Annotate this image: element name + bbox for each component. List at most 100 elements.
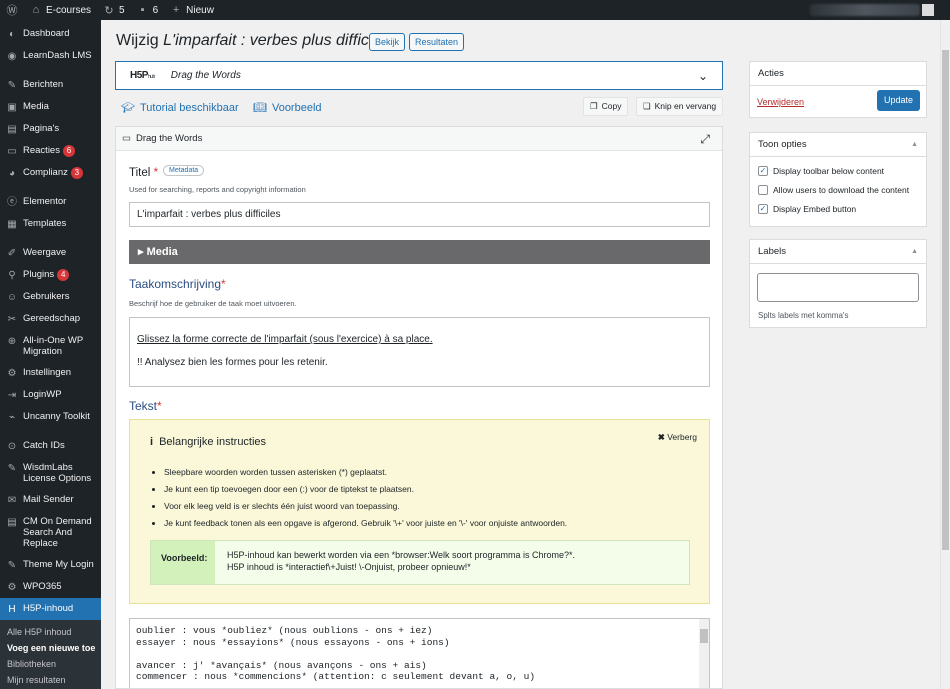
delete-link[interactable]: Verwijderen [757, 97, 804, 107]
content-type-selector[interactable]: H5Phub Drag the Words ⌄ [115, 61, 723, 90]
paste-replace-button[interactable]: ❏ Knip en vervang [636, 97, 724, 116]
sidebar-item-complianz[interactable]: ◕ Complianz 3 [0, 162, 101, 184]
title-input[interactable]: L'imparfait : verbes plus difficiles [129, 202, 710, 227]
appearance-icon: ✐ [7, 247, 17, 259]
labels-textarea[interactable] [757, 273, 919, 302]
task-description-help: Beschrijf hoe de gebruiker de taak moet … [129, 299, 297, 308]
graduation-cap-icon: 🎓︎ [121, 102, 135, 114]
sidebar-item-theme-my-login[interactable]: ✎ Theme My Login [0, 554, 101, 576]
checkbox[interactable]: ✓ [758, 203, 768, 214]
sidebar-item-instellingen[interactable]: ⚙ Instellingen [0, 362, 101, 384]
hide-instructions-button[interactable]: ✖ Verberg [658, 432, 697, 443]
copy-button[interactable]: ❐ Copy [583, 97, 629, 116]
window-scroll-thumb[interactable] [942, 50, 949, 550]
comments-link[interactable]: ▪ 6 [131, 0, 165, 20]
sidebar-item-weergave[interactable]: ✐ Weergave [0, 242, 101, 264]
submenu-item[interactable]: Alle H5P inhoud [0, 624, 101, 640]
important-instructions-box: iBelangrijke instructies ✖ Verberg Sleep… [129, 419, 710, 604]
sidebar-item-reacties[interactable]: ▭ Reacties 6 [0, 140, 101, 162]
avatar[interactable] [922, 4, 934, 16]
view-button[interactable]: Bekijk [369, 33, 406, 51]
sidebar-item-berichten[interactable]: ✎ Berichten [0, 74, 101, 96]
required-marker: * [153, 165, 159, 179]
sidebar-item-mail-sender[interactable]: ✉ Mail Sender [0, 489, 101, 511]
results-button[interactable]: Resultaten [409, 33, 465, 51]
tools-icon: ✂ [7, 313, 17, 325]
labels-box: Labels ▲ Splts labels met komma's [749, 239, 927, 328]
actions-box: Acties Verwijderen Update [749, 61, 927, 118]
sidebar-item-learndash-lms[interactable]: ◉ LearnDash LMS [0, 45, 101, 67]
sidebar-item-plugins[interactable]: ⚲ Plugins 4 [0, 264, 101, 286]
learndash-icon: ◉ [7, 50, 17, 62]
checkbox[interactable] [758, 184, 768, 195]
sidebar-item-cm-on-demand-search-and-replace[interactable]: ▤ CM On Demand Search And Replace [0, 511, 101, 554]
textarea-scroll-thumb[interactable] [700, 629, 708, 643]
submenu-item[interactable]: Voeg een nieuwe toe [0, 640, 101, 656]
required-marker: * [221, 277, 226, 291]
textarea-scrollbar[interactable] [699, 619, 709, 688]
fullscreen-icon[interactable]: ⤢ [700, 132, 710, 147]
sidebar-item-media[interactable]: ▣ Media [0, 96, 101, 118]
catch-ids-icon: ⊙ [7, 440, 17, 452]
mail-icon: ✉ [7, 494, 17, 506]
chevron-down-icon[interactable]: ⌄ [698, 69, 708, 83]
info-icon: i [150, 436, 154, 448]
tutorial-link[interactable]: 🎓︎ Tutorial beschikbaar [121, 101, 239, 115]
account-name-redacted[interactable] [810, 4, 920, 16]
loginwp-icon: ⇥ [7, 389, 17, 401]
sidebar-item-gebruikers[interactable]: ☺ Gebruikers [0, 286, 101, 308]
media-icon: ▣ [7, 101, 17, 113]
paste-icon: ❏ [643, 101, 651, 111]
updates-link[interactable]: ↻ 5 [97, 0, 131, 20]
h5p-submenu: Alle H5P inhoud Voeg een nieuwe toe Biblio… [0, 620, 101, 689]
checkbox[interactable]: ✓ [758, 165, 768, 176]
media-section-toggle[interactable]: ▸ Media [129, 240, 710, 264]
notification-badge: 3 [70, 167, 83, 179]
sidebar-item-elementor[interactable]: ⓔ Elementor [0, 191, 101, 213]
sidebar-item-wisdmlabs-license-options[interactable]: ✎ WisdmLabs License Options [0, 457, 101, 489]
list-item: Sleepbare woorden worden tussen asterisk… [164, 464, 567, 481]
migration-icon: ⊕ [7, 335, 17, 347]
wordpress-logo[interactable]: Ⓦ [0, 0, 24, 20]
update-button[interactable]: Update [877, 90, 920, 111]
site-name-link[interactable]: ⌂ E-courses [24, 0, 97, 20]
labels-header[interactable]: Labels ▲ [750, 240, 926, 264]
task-description-editor[interactable]: Glissez la forme correcte de l'imparfait… [129, 317, 710, 387]
sidebar-item-loginwp[interactable]: ⇥ LoginWP [0, 384, 101, 406]
sidebar-item-all-in-one-wp-migration[interactable]: ⊕ All-in-One WP Migration [0, 330, 101, 362]
new-content-link[interactable]: + Nieuw [164, 0, 220, 20]
admin-bar: Ⓦ ⌂ E-courses ↻ 5 ▪ 6 + Nieuw [0, 0, 950, 20]
display-options-header[interactable]: Toon opties ▲ [750, 133, 926, 157]
display-option-row[interactable]: ✓ Display Embed button [750, 199, 926, 218]
sidebar-item-uncanny-toolkit[interactable]: ⌁ Uncanny Toolkit [0, 406, 101, 428]
text-textarea[interactable]: oublier : vous *oubliez* (nous oublions … [129, 618, 710, 688]
editor-header: ▭ Drag the Words ⤢ [116, 127, 722, 151]
settings-icon: ⚙ [7, 367, 17, 379]
page-title: Wijzig L'imparfait : verbes plus diffici… [116, 32, 393, 49]
h5p-icon: H [8, 603, 16, 615]
metadata-button[interactable]: Metadata [163, 165, 205, 176]
submenu-item[interactable]: Bibliotheken [0, 656, 101, 672]
home-icon: ⌂ [32, 4, 40, 16]
title-help: Used for searching, reports and copyrigh… [129, 185, 306, 194]
search-replace-icon: ▤ [7, 516, 17, 528]
window-scrollbar[interactable] [940, 20, 950, 689]
collapse-arrow-icon[interactable]: ▲ [911, 133, 918, 157]
example-link[interactable]: 📖︎ Voorbeeld [253, 101, 322, 115]
sidebar-item-templates[interactable]: ▦ Templates [0, 213, 101, 235]
sidebar-item-gereedschap[interactable]: ✂ Gereedschap [0, 308, 101, 330]
list-item: Je kunt een tip toevoegen door een (:) v… [164, 481, 567, 498]
display-option-row[interactable]: ✓ Display toolbar below content [750, 161, 926, 180]
sidebar-item-pagina-s[interactable]: ▤ Pagina's [0, 118, 101, 140]
display-option-row[interactable]: Allow users to download the content [750, 180, 926, 199]
task-description-label: Taakomschrijving* [129, 277, 226, 291]
sidebar-item-h5p-inhoud[interactable]: H H5P-inhoud [0, 598, 101, 620]
display-options-box: Toon opties ▲ ✓ Display toolbar below co… [749, 132, 927, 227]
sidebar-item-catch-ids[interactable]: ⊙ Catch IDs [0, 435, 101, 457]
collapse-arrow-icon[interactable]: ▲ [911, 240, 918, 264]
submenu-item[interactable]: Mijn resultaten [0, 672, 101, 688]
templates-icon: ▦ [7, 218, 17, 230]
example-label: Voorbeeld: [151, 541, 215, 584]
sidebar-item-wpo365[interactable]: ⚙ WPO365 [0, 576, 101, 598]
sidebar-item-dashboard[interactable]: ◐ Dashboard [0, 20, 101, 45]
